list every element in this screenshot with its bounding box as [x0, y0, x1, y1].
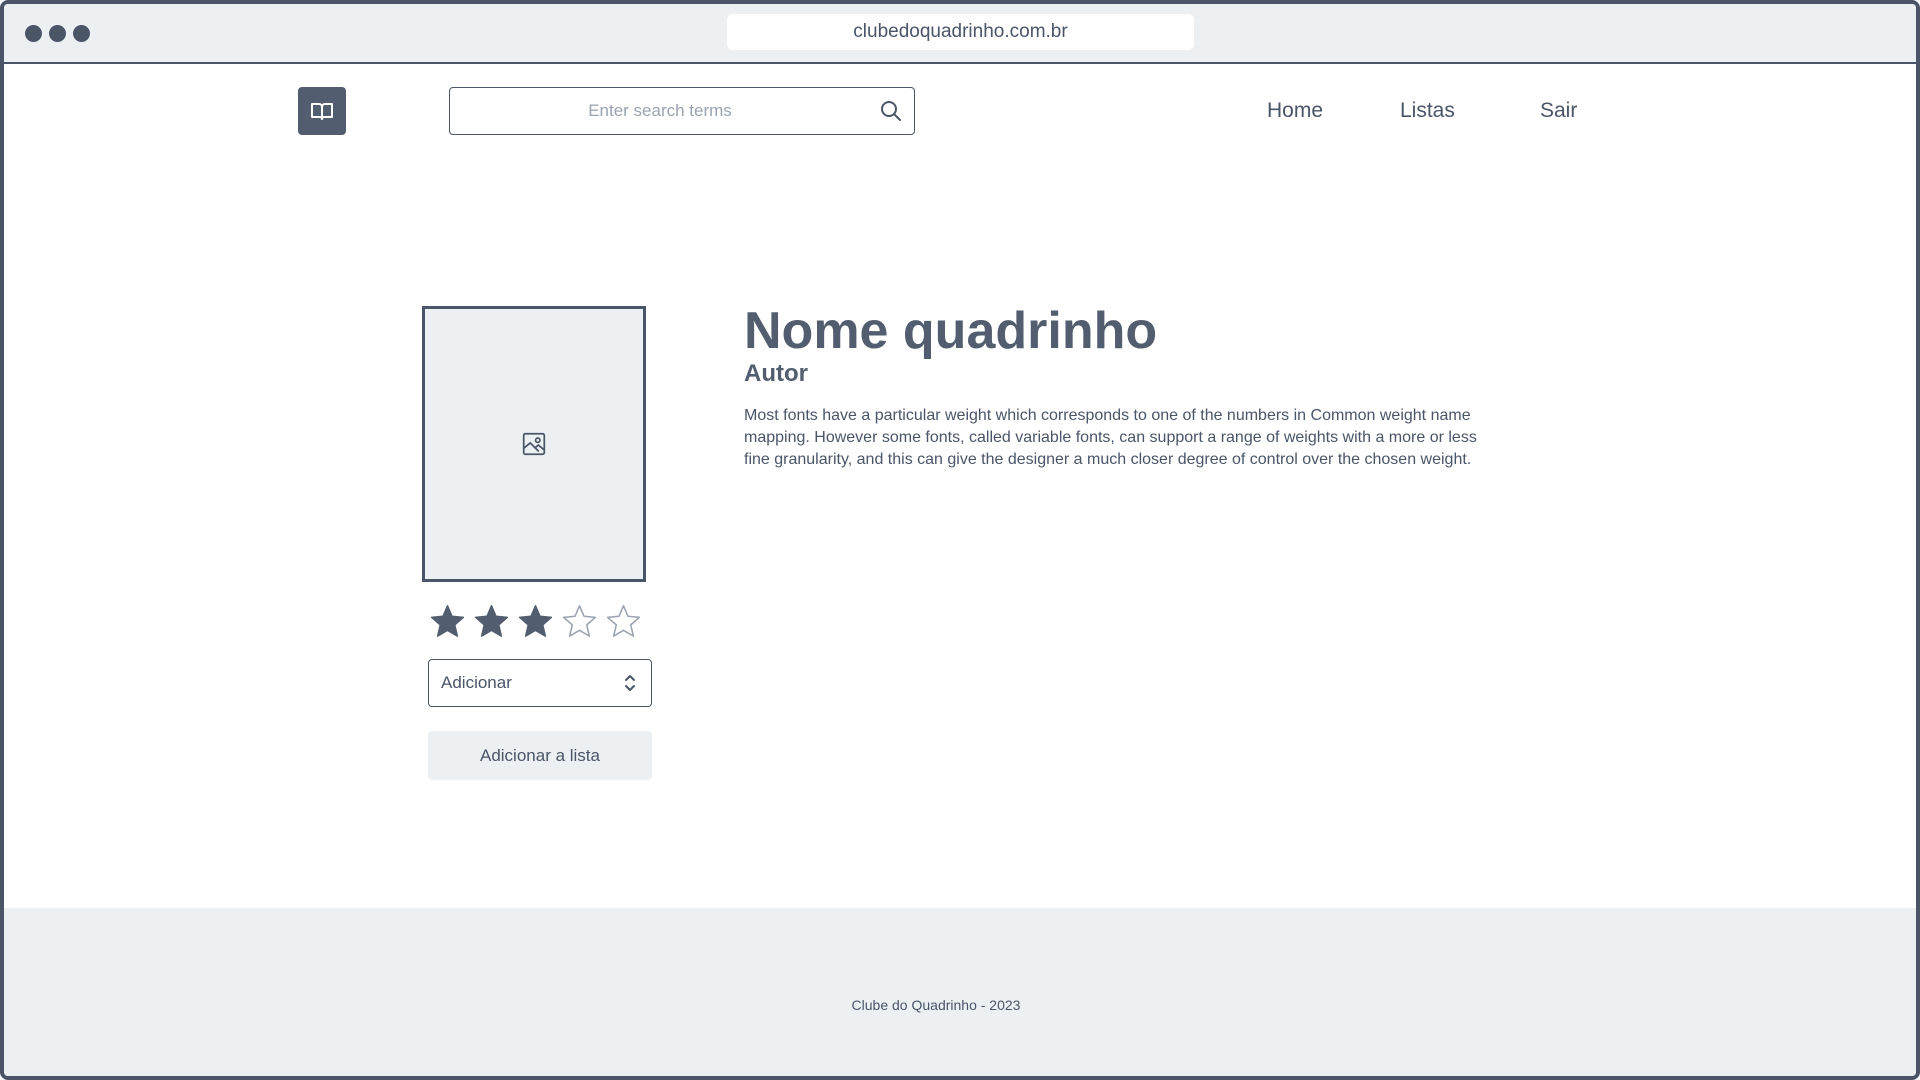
- search-box: [449, 87, 915, 135]
- star-empty-icon[interactable]: [561, 603, 598, 640]
- home-logo-button[interactable]: [298, 87, 346, 135]
- browser-window: clubedoquadrinho.com.br Home Listas Sair…: [0, 0, 1920, 1080]
- window-dot-icon: [25, 25, 42, 42]
- search-input[interactable]: [460, 88, 860, 133]
- nav-listas-link[interactable]: Listas: [1400, 98, 1455, 124]
- browser-chrome: clubedoquadrinho.com.br: [4, 4, 1916, 64]
- list-select-value: Adicionar: [441, 673, 512, 692]
- comic-author: Autor: [744, 360, 808, 387]
- footer: Clube do Quadrinho - 2023: [4, 908, 1916, 1076]
- chevron-up-down-icon: [625, 675, 635, 691]
- nav-sair-link[interactable]: Sair: [1540, 98, 1577, 124]
- address-bar[interactable]: clubedoquadrinho.com.br: [727, 14, 1194, 50]
- star-filled-icon[interactable]: [517, 603, 554, 640]
- add-to-list-button[interactable]: Adicionar a lista: [428, 731, 652, 780]
- footer-copyright: Clube do Quadrinho - 2023: [851, 997, 1021, 1013]
- comic-description: Most fonts have a particular weight whic…: [744, 407, 1477, 468]
- window-dot-icon: [49, 25, 66, 42]
- window-dot-icon: [73, 25, 90, 42]
- star-filled-icon[interactable]: [473, 603, 510, 640]
- nav-home-link[interactable]: Home: [1267, 98, 1323, 124]
- star-filled-icon[interactable]: [429, 603, 466, 640]
- star-empty-icon[interactable]: [605, 603, 642, 640]
- open-book-icon: [311, 103, 333, 120]
- list-select[interactable]: Adicionar: [428, 659, 652, 707]
- rating-stars: [429, 603, 642, 643]
- comic-title: Nome quadrinho: [744, 302, 1158, 360]
- comic-cover: [422, 306, 646, 582]
- search-icon[interactable]: [879, 99, 903, 123]
- image-placeholder-icon: [522, 432, 546, 456]
